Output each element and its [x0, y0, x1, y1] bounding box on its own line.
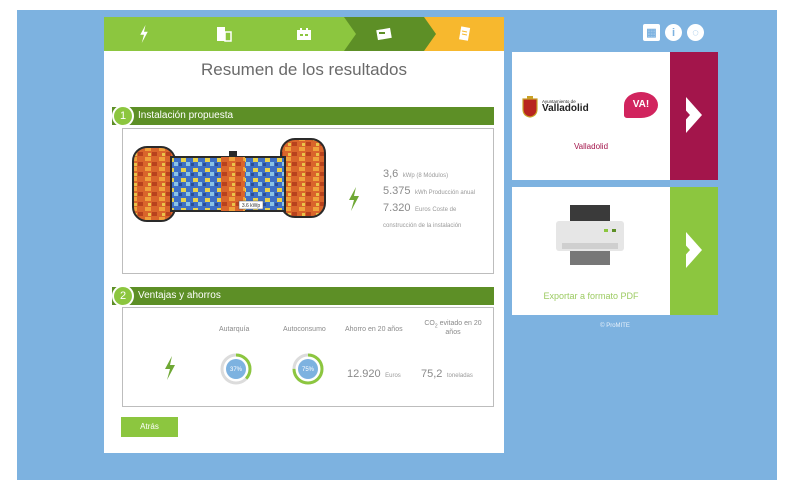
ahorro-stat: 12.920 Euros [347, 368, 401, 380]
col-autarquia: Autarquía [219, 326, 250, 333]
results-panel: Resumen de los resultados 1 Instalación … [104, 17, 504, 453]
power-unit: kWp (8 Módulos) [402, 173, 449, 179]
section-savings-header: 2 Ventajas y ahorros [112, 285, 494, 307]
power-value: 3,6 [383, 168, 399, 180]
section-number: 1 [112, 105, 134, 127]
co2-stat: 75,2 toneladas [421, 368, 473, 380]
chat-icon[interactable]: ◌ [687, 24, 704, 41]
roof-capacity-label: 3.6 kWp [242, 203, 261, 209]
building-icon [217, 27, 232, 42]
va-logo: VA! [624, 92, 658, 118]
chevron-right-icon [680, 97, 702, 133]
installation-stats: 3,6 kWp (8 Módulos) 5.375 kWh Producción… [383, 165, 483, 232]
section-installation-header: 1 Instalación propuesta [112, 105, 494, 127]
chevron-right-icon [680, 232, 702, 268]
info-icon[interactable]: i [665, 24, 682, 41]
production-unit: kWh Producción anual [414, 189, 476, 196]
section-title: Ventajas y ahorros [138, 290, 221, 301]
col-autoconsumo: Autoconsumo [283, 326, 326, 333]
section-number: 2 [112, 285, 134, 307]
back-button[interactable]: Atrás [121, 417, 178, 437]
step-roof[interactable] [264, 17, 356, 51]
step-energy[interactable] [104, 17, 196, 51]
map-icon[interactable]: ▦ [643, 24, 660, 41]
valladolid-card[interactable]: Ayuntamiento de Valladolid VA! Valladoli… [512, 52, 718, 180]
roof-panel-icon [297, 28, 311, 40]
production-value: 5.375 [383, 184, 411, 197]
col-ahorro: Ahorro en 20 años [345, 326, 403, 333]
export-pdf-label: Exportar a formato PDF [543, 291, 639, 301]
cost-value: 7.320 [383, 201, 411, 214]
autoconsumo-gauge: 75% [292, 353, 324, 385]
copyright-text: © ProMITE [600, 323, 630, 329]
valladolid-logo: Ayuntamiento de Valladolid [522, 96, 589, 118]
printer-icon [556, 205, 624, 265]
step-results[interactable] [424, 17, 504, 51]
autarquia-gauge: 37% [220, 353, 252, 385]
export-pdf-card[interactable]: Exportar a formato PDF [512, 187, 718, 315]
top-right-icons: ▦ i ◌ [643, 24, 704, 41]
installation-box: 3.6 kWp 3,6 kWp (8 Módulos) 5.375 kWh Pr… [122, 128, 494, 274]
roof-heatmap-image: 3.6 kWp [132, 138, 326, 222]
section-title: Instalación propuesta [138, 110, 234, 121]
step-progress-bar [104, 17, 504, 51]
lightning-icon [140, 25, 148, 43]
city-crest-icon [522, 96, 538, 118]
lightning-icon [163, 356, 177, 385]
svg-text:75%: 75% [302, 367, 315, 373]
card1-label: Valladolid [573, 142, 609, 151]
calculator-icon [376, 27, 392, 41]
page-title: Resumen de los resultados [200, 60, 407, 79]
svg-text:37%: 37% [230, 367, 243, 373]
card2-side-button[interactable] [670, 187, 718, 315]
document-icon [459, 26, 471, 41]
step-calculation[interactable] [344, 17, 436, 51]
savings-box: Autarquía Autoconsumo Ahorro en 20 años … [122, 307, 494, 407]
step-building[interactable] [184, 17, 276, 51]
lightning-icon [347, 187, 361, 216]
card1-side-button[interactable] [670, 52, 718, 180]
col-co2: CO2 evitado en 20 años [424, 320, 482, 337]
